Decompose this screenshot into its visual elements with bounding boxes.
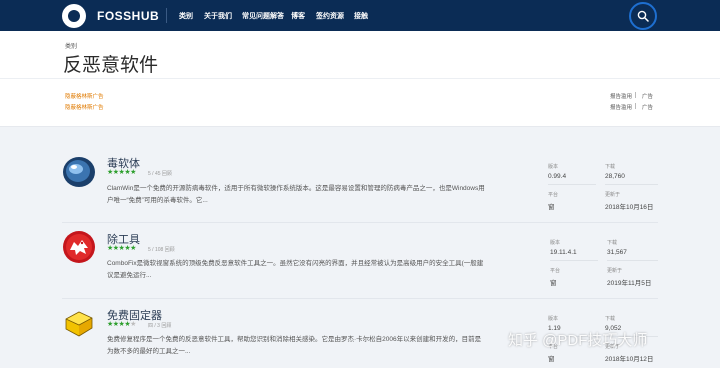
watermark-text: 知乎 @PDF技巧大师 xyxy=(508,332,648,349)
ad-divider xyxy=(635,103,636,109)
version-value: 0.99.4 xyxy=(548,173,567,180)
downloads-value: 28,760 xyxy=(605,173,625,180)
platform-value: 窗 xyxy=(548,356,555,363)
meta-divider xyxy=(607,260,658,261)
meta-divider xyxy=(548,184,596,185)
platform-label: 平台 xyxy=(548,192,559,198)
rating-stars: ★★★★★ xyxy=(107,168,136,176)
page-title: 反恶意软件 xyxy=(63,55,159,76)
row-divider xyxy=(62,298,658,299)
downloads-label: 下载 xyxy=(605,316,616,322)
filled-stars: ★★★★★ xyxy=(107,245,136,252)
combofix-app-icon[interactable] xyxy=(62,230,96,264)
updated-value: 2018年10月12日 xyxy=(605,356,654,363)
empty-stars: ★ xyxy=(130,321,136,328)
version-label: 版本 xyxy=(550,240,561,246)
updated-value: 2018年10月16日 xyxy=(605,204,654,211)
fosshub-logo-icon[interactable] xyxy=(62,4,86,28)
freefixer-app-icon[interactable] xyxy=(62,306,96,340)
clamwin-app-icon[interactable] xyxy=(62,155,96,189)
updated-label: 更新于 xyxy=(605,192,621,198)
nav-item-contact[interactable]: 接触 xyxy=(354,11,368,21)
brand-name[interactable]: FOSSHUB xyxy=(97,9,159,23)
nav-item-signup[interactable]: 签约资源 xyxy=(316,11,344,21)
row-divider xyxy=(62,222,658,223)
ad-label: 广告 xyxy=(642,105,654,111)
app-description: 免费修复程序是一个免费的反恶意软件工具，帮助您识别和消除相关感染。它是由罗杰·卡… xyxy=(107,336,482,355)
meta-divider xyxy=(550,260,598,261)
version-label: 版本 xyxy=(548,164,559,170)
rating-text: 四 / 3 回顾 xyxy=(148,323,172,329)
list-item: 毒软体 ★★★★★ 5 / 45 回顾 ClamWin是一个免费的开源防病毒软件… xyxy=(0,152,720,218)
header-divider xyxy=(0,78,720,79)
version-value: 19.11.4.1 xyxy=(550,249,577,256)
rating-stars: ★★★★★ xyxy=(107,244,136,252)
nav-item-about[interactable]: 关于我们 xyxy=(204,11,232,21)
platform-value: 窗 xyxy=(548,204,555,211)
nav-item-blog[interactable]: 博客 xyxy=(291,11,305,21)
list-item: 除工具 ★★★★★ 5 / 108 回顾 ComboFix是微软视窗系统的顶级免… xyxy=(0,228,720,294)
updated-value: 2019年11月5日 xyxy=(607,280,652,287)
downloads-label: 下载 xyxy=(607,240,618,246)
hidden-ad-link[interactable]: 隐蔽格林斯广告 xyxy=(65,103,104,111)
filled-stars: ★★★★ xyxy=(107,321,131,328)
hidden-ad-link[interactable]: 隐蔽格林斯广告 xyxy=(65,92,104,100)
rating-text: 5 / 45 回顾 xyxy=(148,171,172,177)
rating-text: 5 / 108 回顾 xyxy=(148,247,175,253)
top-navbar: FOSSHUB 类别 关于我们 常见问题解答 博客 签约资源 接触 xyxy=(0,0,720,31)
ad-divider xyxy=(635,92,636,98)
nav-item-categories[interactable]: 类别 xyxy=(179,11,193,21)
search-icon xyxy=(637,10,649,22)
downloads-value: 31,567 xyxy=(607,249,627,256)
meta-divider xyxy=(605,184,658,185)
app-description: ComboFix是微软视窗系统的顶级免费反恶意软件工具之一。虽然它没有闪亮的界面… xyxy=(107,260,484,279)
search-button[interactable] xyxy=(629,2,657,30)
app-description: ClamWin是一个免费的开源防病毒软件，适用于所有微软操作系统版本。这是最容易… xyxy=(107,185,485,204)
nav-item-faq[interactable]: 常见问题解答 xyxy=(242,11,284,21)
report-abuse-link[interactable]: 报告滥用 xyxy=(610,92,632,100)
platform-value: 窗 xyxy=(550,280,557,287)
rating-stars: ★★★★★ xyxy=(107,320,136,328)
filled-stars: ★★★★★ xyxy=(107,169,136,176)
updated-label: 更新于 xyxy=(607,268,623,274)
ad-label: 广告 xyxy=(642,94,654,100)
nav-divider xyxy=(166,8,167,23)
category-header: 类别 反恶意软件 隐蔽格林斯广告 隐蔽格林斯广告 报告滥用 广告 报告滥用 广告 xyxy=(0,31,720,127)
platform-label: 平台 xyxy=(550,268,561,274)
version-label: 版本 xyxy=(548,316,559,322)
report-abuse-link[interactable]: 报告滥用 xyxy=(610,103,632,111)
downloads-label: 下载 xyxy=(605,164,616,170)
breadcrumb[interactable]: 类别 xyxy=(65,41,77,50)
